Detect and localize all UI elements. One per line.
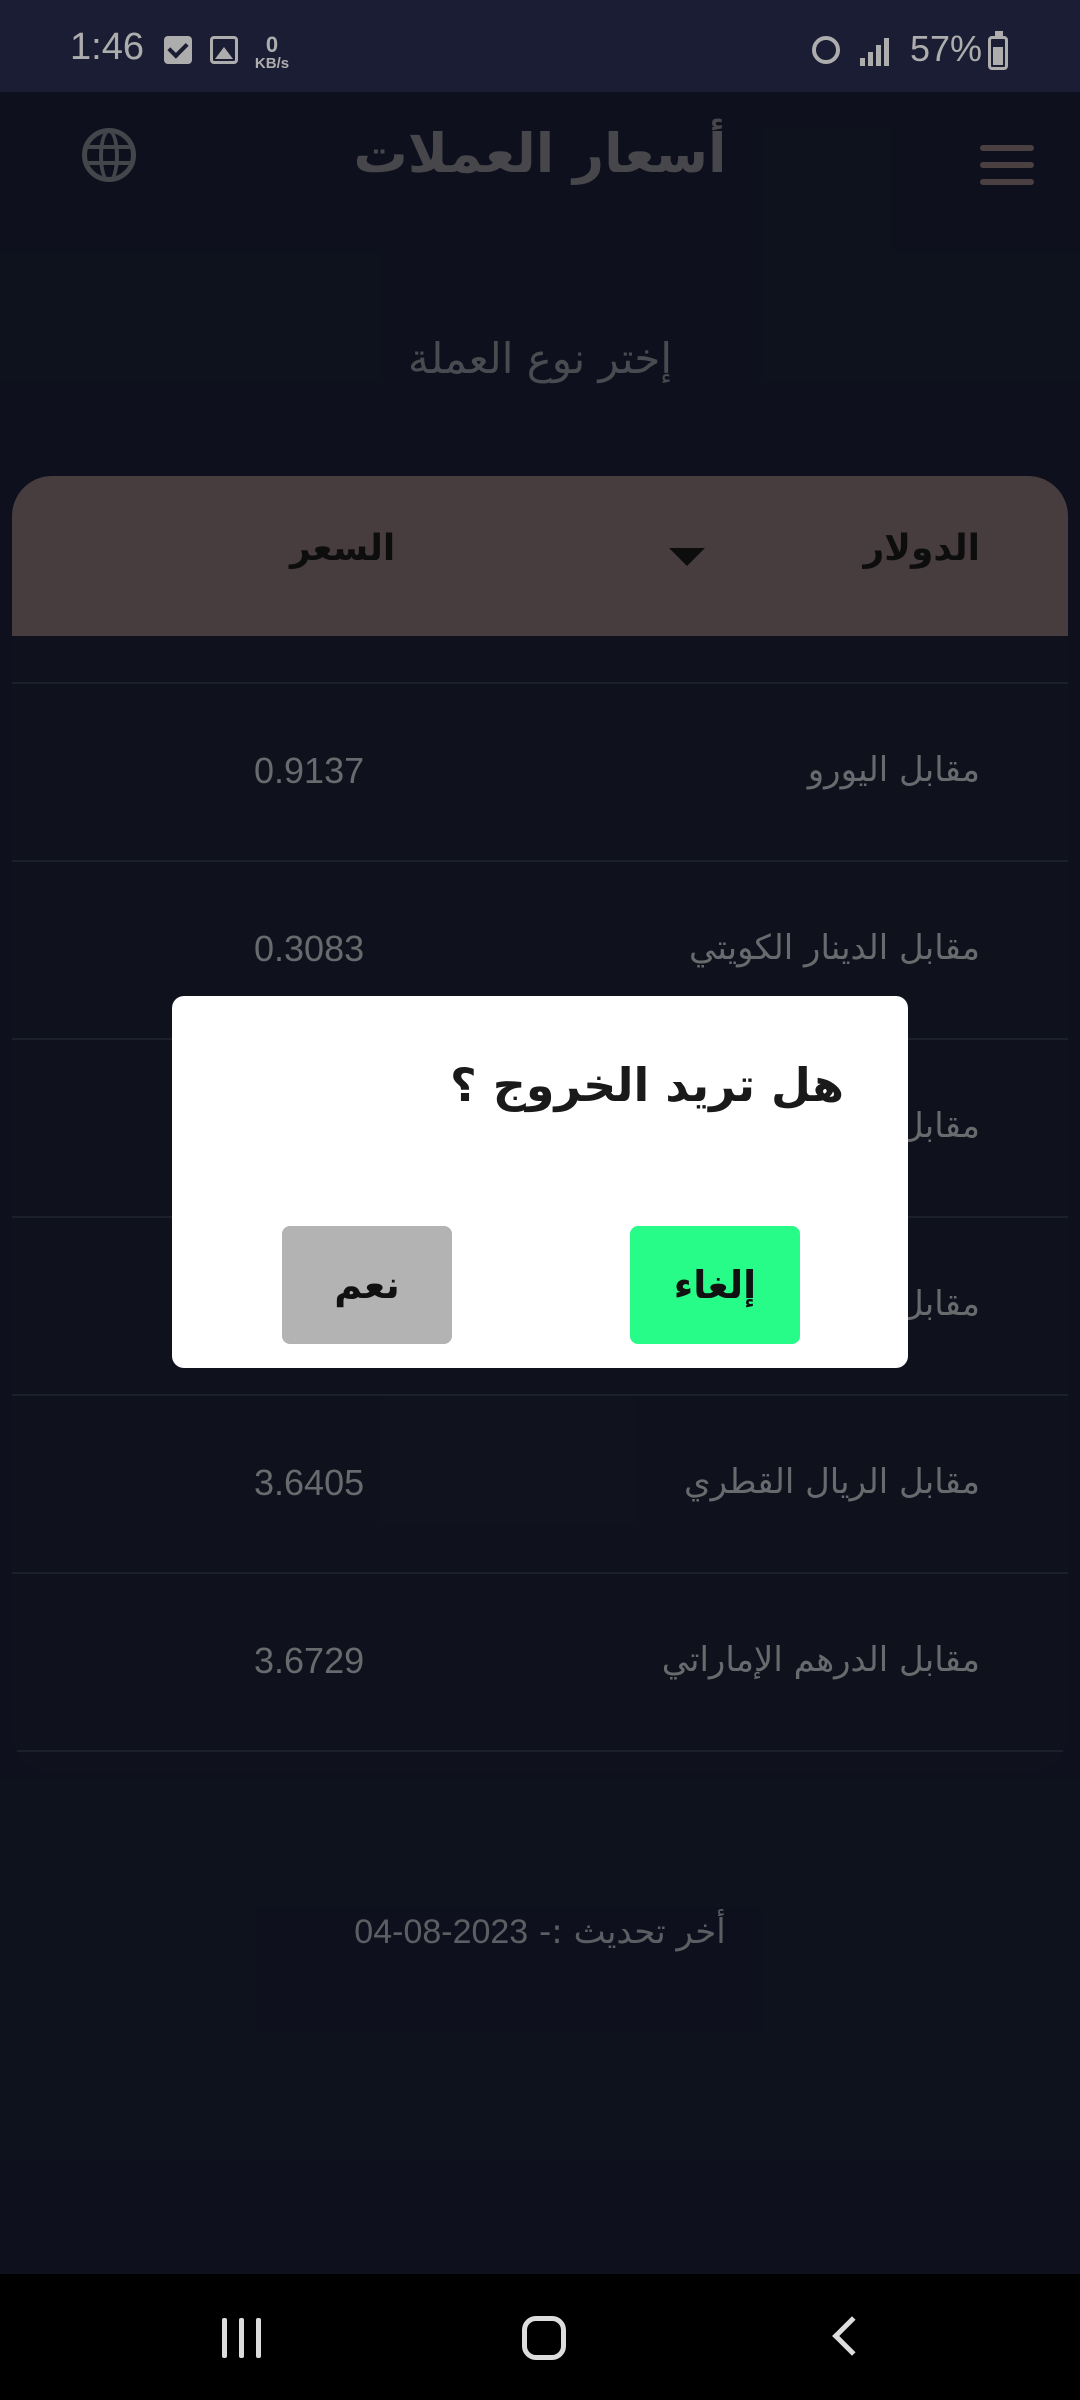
- dialog-title: هل تريد الخروج ؟: [450, 1058, 844, 1112]
- cancel-button[interactable]: إلغاء: [630, 1226, 800, 1344]
- exit-dialog: هل تريد الخروج ؟ إلغاء نعم: [172, 996, 908, 1368]
- yes-button[interactable]: نعم: [282, 1226, 452, 1344]
- recent-apps-icon[interactable]: [222, 2318, 262, 2358]
- system-nav-bar: [0, 2274, 1080, 2400]
- home-icon[interactable]: [522, 2316, 566, 2360]
- back-icon[interactable]: [832, 2316, 872, 2356]
